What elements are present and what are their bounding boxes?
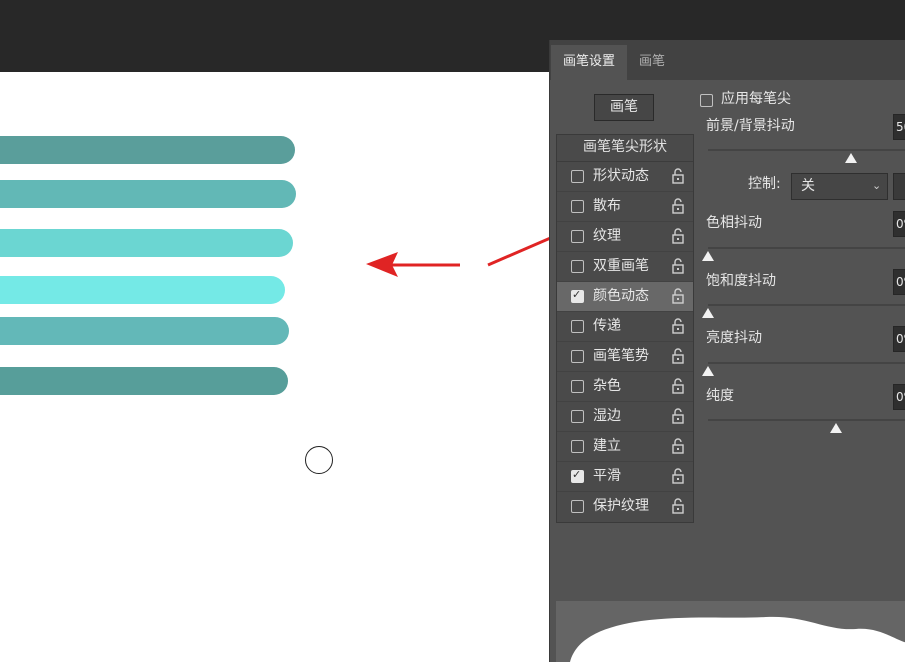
teal-stroke-4 (0, 276, 285, 304)
option-brush-pose[interactable]: 画笔笔势 (557, 342, 693, 372)
option-label: 保护纹理 (593, 498, 649, 514)
hue-jitter-slider-track[interactable] (708, 247, 905, 249)
option-label: 散布 (593, 198, 621, 214)
fg-bg-jitter-label: 前景/背景抖动 (706, 118, 795, 134)
fg-bg-jitter-slider-track[interactable] (708, 149, 905, 151)
brush-options-list: 画笔笔尖形状 形状动态 散布 纹理 双重画笔 ✓ 颜色动态 传递 画笔笔势 杂色… (556, 134, 694, 523)
option-label: 双重画笔 (593, 258, 649, 274)
option-checkbox[interactable] (571, 200, 584, 213)
teal-stroke-5 (0, 317, 289, 345)
brush-stroke-preview: jingyan (556, 601, 905, 662)
option-texture[interactable]: 纹理 (557, 222, 693, 252)
brightness-jitter-value[interactable]: 0% (893, 326, 905, 352)
tab-brush-settings[interactable]: 画笔设置 (551, 45, 627, 80)
option-label: 湿边 (593, 408, 621, 424)
brush-tip-shape-item[interactable]: 画笔笔尖形状 (557, 135, 693, 162)
teal-stroke-6 (0, 367, 288, 395)
option-checkbox[interactable] (571, 440, 584, 453)
option-label: 杂色 (593, 378, 621, 394)
teal-stroke-3 (0, 229, 293, 257)
fg-bg-jitter-value[interactable]: 50 (893, 114, 905, 140)
option-label: 建立 (593, 438, 621, 454)
option-build-up[interactable]: 建立 (557, 432, 693, 462)
option-checkbox[interactable] (571, 320, 584, 333)
control-dropdown[interactable]: 关 ⌄ (791, 173, 888, 200)
unlock-icon[interactable] (671, 378, 685, 394)
apply-per-tip-checkbox[interactable] (700, 94, 713, 107)
option-color-dynamics[interactable]: ✓ 颜色动态 (557, 282, 693, 312)
unlock-icon[interactable] (671, 198, 685, 214)
brush-presets-button[interactable]: 画笔 (594, 94, 654, 121)
control-selected-value: 关 (801, 178, 815, 194)
fg-bg-jitter-slider-thumb[interactable] (845, 153, 857, 163)
option-checkbox[interactable] (571, 380, 584, 393)
option-checkbox[interactable] (571, 260, 584, 273)
option-checkbox-checked[interactable]: ✓ (571, 288, 584, 303)
tab-brush[interactable]: 画笔 (630, 45, 674, 80)
option-wet-edges[interactable]: 湿边 (557, 402, 693, 432)
unlock-icon[interactable] (671, 348, 685, 364)
option-label: 画笔笔势 (593, 348, 649, 364)
option-shape-dynamics[interactable]: 形状动态 (557, 162, 693, 192)
brush-cursor-circle-icon (305, 446, 333, 474)
brightness-jitter-slider-track[interactable] (708, 362, 905, 364)
saturation-jitter-label: 饱和度抖动 (706, 273, 776, 289)
teal-stroke-1 (0, 136, 295, 164)
option-checkbox-checked[interactable]: ✓ (571, 468, 584, 483)
brightness-jitter-slider-thumb[interactable] (702, 366, 714, 376)
control-extra-field[interactable] (893, 173, 905, 200)
unlock-icon[interactable] (671, 288, 685, 304)
option-protect-texture[interactable]: 保护纹理 (557, 492, 693, 521)
control-label: 控制: (748, 176, 781, 192)
hue-jitter-value[interactable]: 0% (893, 211, 905, 237)
option-checkbox[interactable] (571, 350, 584, 363)
unlock-icon[interactable] (671, 258, 685, 274)
option-label: 纹理 (593, 228, 621, 244)
option-noise[interactable]: 杂色 (557, 372, 693, 402)
checkmark-icon: ✓ (572, 288, 582, 301)
option-checkbox[interactable] (571, 230, 584, 243)
option-scattering[interactable]: 散布 (557, 192, 693, 222)
brightness-jitter-label: 亮度抖动 (706, 330, 762, 346)
purity-value[interactable]: 0% (893, 384, 905, 410)
hue-jitter-slider-thumb[interactable] (702, 251, 714, 261)
saturation-jitter-slider-track[interactable] (708, 304, 905, 306)
teal-stroke-2 (0, 180, 296, 208)
option-checkbox[interactable] (571, 500, 584, 513)
option-transfer[interactable]: 传递 (557, 312, 693, 342)
watermark-text: jingyan (701, 619, 756, 637)
saturation-jitter-slider-thumb[interactable] (702, 308, 714, 318)
unlock-icon[interactable] (671, 498, 685, 514)
option-label: 形状动态 (593, 168, 649, 184)
chevron-down-icon: ⌄ (872, 179, 882, 192)
unlock-icon[interactable] (671, 438, 685, 454)
checkmark-icon: ✓ (572, 468, 582, 481)
unlock-icon[interactable] (671, 408, 685, 424)
unlock-icon[interactable] (671, 168, 685, 184)
option-label: 颜色动态 (593, 288, 649, 304)
option-dual-brush[interactable]: 双重画笔 (557, 252, 693, 282)
panel-tab-bar: 画笔设置 画笔 (550, 40, 905, 80)
document-canvas[interactable] (0, 72, 549, 662)
brush-settings-panel: 画笔设置 画笔 画笔 画笔笔尖形状 形状动态 散布 纹理 双重画笔 ✓ 颜色动态 (549, 40, 905, 662)
purity-slider-thumb[interactable] (830, 423, 842, 433)
purity-label: 纯度 (706, 388, 734, 404)
purity-slider-track[interactable] (708, 419, 905, 421)
unlock-icon[interactable] (671, 228, 685, 244)
option-checkbox[interactable] (571, 170, 584, 183)
saturation-jitter-value[interactable]: 0% (893, 269, 905, 295)
option-checkbox[interactable] (571, 410, 584, 423)
unlock-icon[interactable] (671, 468, 685, 484)
option-label: 传递 (593, 318, 621, 334)
hue-jitter-label: 色相抖动 (706, 215, 762, 231)
unlock-icon[interactable] (671, 318, 685, 334)
option-smoothing[interactable]: ✓ 平滑 (557, 462, 693, 492)
apply-per-tip-label: 应用每笔尖 (721, 91, 791, 107)
option-label: 平滑 (593, 468, 621, 484)
